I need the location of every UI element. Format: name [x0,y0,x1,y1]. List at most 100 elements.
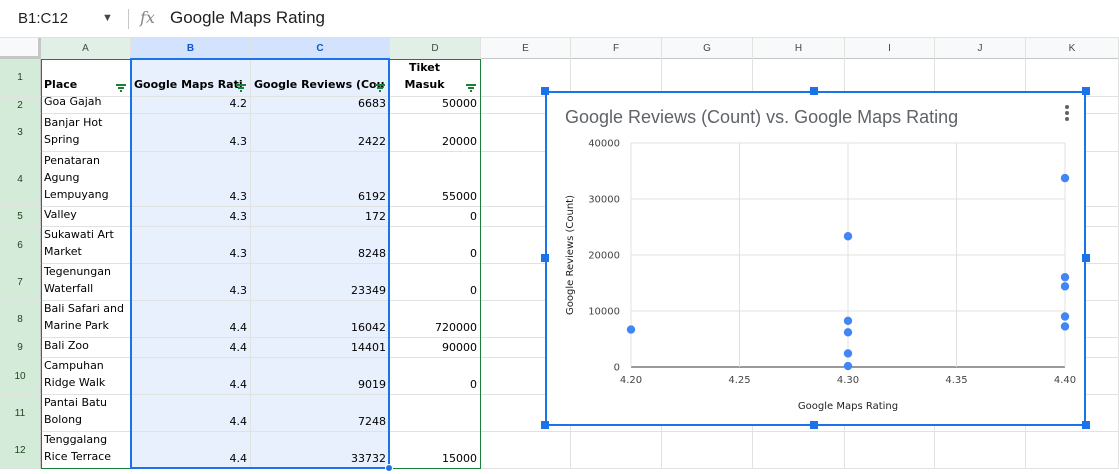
cell-d3[interactable]: 20000 [390,114,481,151]
row-header[interactable]: 3 [0,114,41,151]
row-header[interactable]: 7 [0,264,41,300]
cell-e12[interactable] [481,432,571,468]
column-header-i[interactable]: I [845,38,935,59]
column-header-j[interactable]: J [935,38,1026,59]
formula-input[interactable]: Google Maps Rating [170,8,325,28]
name-box[interactable]: B1:C12 ▼ [0,0,128,38]
cell-d4[interactable]: 55000 [390,152,481,206]
cell-i12[interactable] [845,432,935,468]
cell-a3[interactable]: Banjar Hot Spring [41,114,131,151]
cell-a4[interactable]: Pura Penataran Agung Lempuyang [41,152,131,206]
row-header[interactable]: 5 [0,207,41,226]
cell-a11[interactable]: Pantai Batu Bolong [41,395,131,431]
cell-a7[interactable]: Tegenungan Waterfall [41,264,131,300]
cell-d11[interactable] [390,395,481,431]
cell-d9[interactable]: 90000 [390,338,481,357]
row-header[interactable]: 10 [0,358,41,394]
row-header[interactable]: 1 [0,59,41,96]
resize-handle[interactable] [1082,254,1090,262]
row-header[interactable]: 4 [0,152,41,206]
cell-j12[interactable] [935,432,1026,468]
cell-c11[interactable]: 7248 [251,395,390,431]
cell-b3[interactable]: 4.3 [131,114,251,151]
resize-handle[interactable] [810,87,818,95]
row-header[interactable]: 2 [0,97,41,113]
cell-f12[interactable] [571,432,662,468]
cell-b6[interactable]: 4.3 [131,227,251,263]
cell-d8[interactable]: 720000 [390,301,481,337]
cell-h12[interactable] [753,432,845,468]
cell-c9[interactable]: 14401 [251,338,390,357]
cell-c5[interactable]: 172 [251,207,390,226]
row-header[interactable]: 12 [0,432,41,468]
column-header-k[interactable]: K [1026,38,1119,59]
cell-c10[interactable]: 9019 [251,358,390,394]
cell-a9[interactable]: Bali Zoo [41,338,131,357]
cell-a5[interactable]: Sidemen Valley [41,207,131,226]
cell-c7[interactable]: 23349 [251,264,390,300]
filter-icon[interactable] [375,83,385,92]
filter-icon[interactable] [466,83,476,92]
cell-c1[interactable]: Google Reviews (Cou [251,59,390,96]
resize-handle[interactable] [810,421,818,429]
cell-a10[interactable]: Campuhan Ridge Walk [41,358,131,394]
cell-d10[interactable]: 0 [390,358,481,394]
cell-b5[interactable]: 4.3 [131,207,251,226]
cell-b9[interactable]: 4.4 [131,338,251,357]
cell-b10[interactable]: 4.4 [131,358,251,394]
cell-c3[interactable]: 2422 [251,114,390,151]
resize-handle[interactable] [1082,87,1090,95]
column-header-h[interactable]: H [753,38,845,59]
cell-b1[interactable]: Google Maps Rati [131,59,251,96]
cell-b12[interactable]: 4.4 [131,432,251,468]
cell-d7[interactable]: 0 [390,264,481,300]
cell-d2[interactable]: 50000 [390,97,481,113]
row-header[interactable]: 9 [0,338,41,357]
cell-a6[interactable]: Sukawati Art Market [41,227,131,263]
cell-a8[interactable]: Bali Safari and Marine Park [41,301,131,337]
resize-handle[interactable] [541,254,549,262]
filter-icon[interactable] [116,83,126,92]
cell-b2[interactable]: 4.2 [131,97,251,113]
row-header[interactable]: 6 [0,227,41,263]
resize-handle[interactable] [541,421,549,429]
cell-c8[interactable]: 16042 [251,301,390,337]
cell-b11[interactable]: 4.4 [131,395,251,431]
column-header-d[interactable]: D [390,38,481,59]
column-header-f[interactable]: F [571,38,662,59]
cell-d12[interactable]: 15000 [390,432,481,468]
cell-b7[interactable]: 4.3 [131,264,251,300]
cell-value: 2422 [358,135,386,148]
cell-value: 4.3 [229,247,248,260]
column-header-a[interactable]: A [41,38,131,59]
cell-g12[interactable] [662,432,753,468]
select-all-corner[interactable] [0,38,41,59]
cell-d5[interactable]: 0 [390,207,481,226]
fill-handle[interactable] [385,464,393,472]
dropdown-arrow-icon[interactable]: ▼ [102,12,113,24]
cell-a12[interactable]: Tenggalang Rice Terrace [41,432,131,468]
cell-c2[interactable]: 6683 [251,97,390,113]
column-header-g[interactable]: G [662,38,753,59]
cell-d6[interactable]: 0 [390,227,481,263]
cell-d1[interactable]: Harga Tiket Masuk [390,59,481,96]
cell-c6[interactable]: 8248 [251,227,390,263]
column-header-c[interactable]: C [251,38,390,59]
cell-c12[interactable]: 33732 [251,432,390,468]
column-header-b[interactable]: B [131,38,251,59]
cell-b8[interactable]: 4.4 [131,301,251,337]
column-header-e[interactable]: E [481,38,571,59]
row-header[interactable]: 11 [0,395,41,431]
cell-c4[interactable]: 6192 [251,152,390,206]
cell-a2[interactable]: Goa Gajah [41,97,131,113]
filter-icon[interactable] [236,83,246,92]
cell-b4[interactable]: 4.3 [131,152,251,206]
cell-a1[interactable]: Place [41,59,131,96]
scatter-chart[interactable]: Google Reviews (Count) vs. Google Maps R… [545,91,1086,426]
resize-handle[interactable] [541,87,549,95]
row-header[interactable]: 8 [0,301,41,337]
resize-handle[interactable] [1082,421,1090,429]
cell-k12[interactable] [1026,432,1119,468]
scatter-point [843,232,853,241]
cell-value: Campuhan Ridge Walk [44,359,106,389]
